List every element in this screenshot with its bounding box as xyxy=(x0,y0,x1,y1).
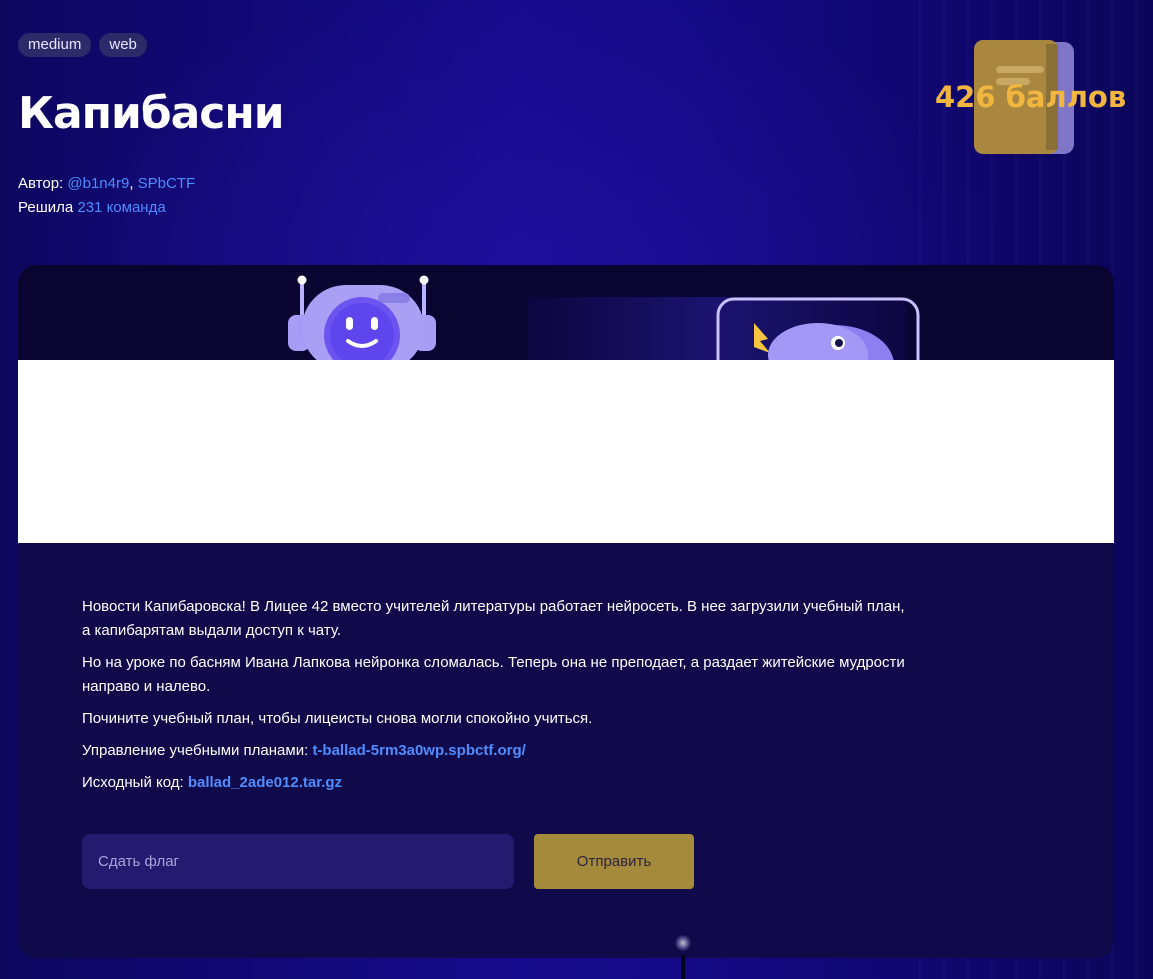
source-code-label: Исходный код: xyxy=(82,774,184,791)
description-paragraph: Почините учебный план, чтобы лицеисты сн… xyxy=(82,710,593,727)
task-card: Новости Капибаровска! В Лицее 42 вместо … xyxy=(18,265,1114,958)
solved-count-link[interactable]: 231 команда xyxy=(77,199,165,216)
author-team-link[interactable]: SPbCTF xyxy=(138,175,196,192)
description-paragraph: Но на уроке по басням Ивана Лапкова нейр… xyxy=(82,654,905,695)
author-line: Автор: @b1n4r9, SPbCTF xyxy=(18,172,195,196)
flag-input[interactable] xyxy=(82,834,514,889)
control-panel-label: Управление учебными планами: xyxy=(82,742,309,759)
source-code-line: Исходный код: ballad_2ade012.tar.gz xyxy=(82,771,912,795)
task-description: Новости Капибаровска! В Лицее 42 вместо … xyxy=(82,595,912,803)
glow-stem xyxy=(681,955,685,979)
control-panel-link[interactable]: t-ballad-5rm3a0wp.spbctf.org/ xyxy=(312,742,525,759)
author-separator: , xyxy=(129,175,134,192)
robot-illustration xyxy=(288,275,436,360)
solved-label: Решила xyxy=(18,199,74,216)
submit-flag-button[interactable]: Отправить xyxy=(534,834,694,889)
control-panel-line: Управление учебными планами: t-ballad-5r… xyxy=(82,739,912,763)
source-code-link[interactable]: ballad_2ade012.tar.gz xyxy=(188,774,342,791)
tag-list: medium web xyxy=(18,33,147,57)
tag-category[interactable]: web xyxy=(99,33,147,57)
description-paragraph: Новости Капибаровска! В Лицее 42 вместо … xyxy=(82,598,905,639)
author-label: Автор: xyxy=(18,175,64,192)
points-value: 426 баллов xyxy=(935,80,1127,114)
glow-light xyxy=(675,935,691,951)
task-banner xyxy=(18,265,1114,360)
banner-image-placeholder xyxy=(18,360,1114,543)
author-handle-link[interactable]: @b1n4r9 xyxy=(67,175,129,192)
task-meta: Автор: @b1n4r9, SPbCTF Решила 231 команд… xyxy=(18,172,195,220)
page-title: Капибасни xyxy=(18,88,285,139)
solved-line: Решила 231 команда xyxy=(18,196,195,220)
tag-difficulty[interactable]: medium xyxy=(18,33,92,57)
bird-illustration xyxy=(716,297,920,360)
